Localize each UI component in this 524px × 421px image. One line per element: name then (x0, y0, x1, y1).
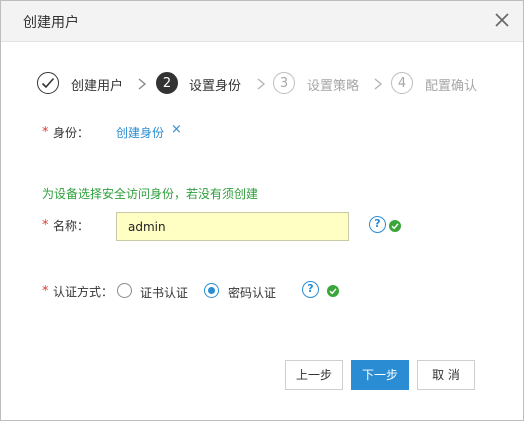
name-input[interactable] (116, 212, 349, 241)
step-2-circle: 2 (156, 72, 178, 94)
check-icon (41, 77, 55, 89)
step-2-label: 设置身份 (189, 79, 242, 94)
identity-label: 身份： (53, 126, 90, 140)
create-user-dialog: 创建用户 创建用户 2 设置身份 3 设置策略 4 配置确认 * 身份： 创建身… (0, 0, 524, 421)
password-auth-radio[interactable] (204, 283, 219, 298)
remove-identity-icon[interactable]: × (171, 122, 182, 137)
identity-hint: 为设备选择安全访问身份，若没有须创建 (42, 187, 259, 201)
cancel-button[interactable]: 取 消 (417, 360, 475, 390)
step-4-circle: 4 (391, 72, 413, 94)
create-identity-link[interactable]: 创建身份 (116, 124, 164, 141)
password-auth-label[interactable]: 密码认证 (228, 284, 276, 301)
cert-auth-label[interactable]: 证书认证 (140, 284, 188, 301)
close-icon[interactable] (493, 11, 511, 29)
auth-method-label: 认证方式： (53, 285, 114, 299)
step-1-label: 创建用户 (71, 79, 124, 94)
question-icon[interactable]: ? (369, 216, 386, 233)
prev-step-button[interactable]: 上一步 (285, 360, 343, 390)
check-mark (329, 288, 337, 295)
required-mark: * (42, 218, 49, 233)
check-circle-icon (327, 285, 339, 297)
dialog-title: 创建用户 (23, 15, 79, 31)
name-label: 名称： (53, 219, 90, 233)
chevron-right-icon (374, 78, 383, 90)
question-icon[interactable]: ? (302, 281, 319, 298)
next-step-button[interactable]: 下一步 (351, 360, 409, 390)
check-mark (391, 223, 399, 230)
chevron-right-icon (257, 78, 266, 90)
step-3-label: 设置策略 (307, 79, 360, 94)
required-mark: * (42, 125, 49, 140)
step-1-circle (37, 72, 59, 94)
cert-auth-radio[interactable] (117, 283, 132, 298)
step-4-label: 配置确认 (425, 79, 478, 94)
check-circle-icon (389, 220, 401, 232)
required-mark: * (42, 284, 49, 299)
chevron-right-icon (138, 78, 147, 90)
step-3-circle: 3 (273, 72, 295, 94)
dialog-titlebar: 创建用户 (1, 1, 523, 42)
radio-selected-dot (208, 287, 215, 294)
